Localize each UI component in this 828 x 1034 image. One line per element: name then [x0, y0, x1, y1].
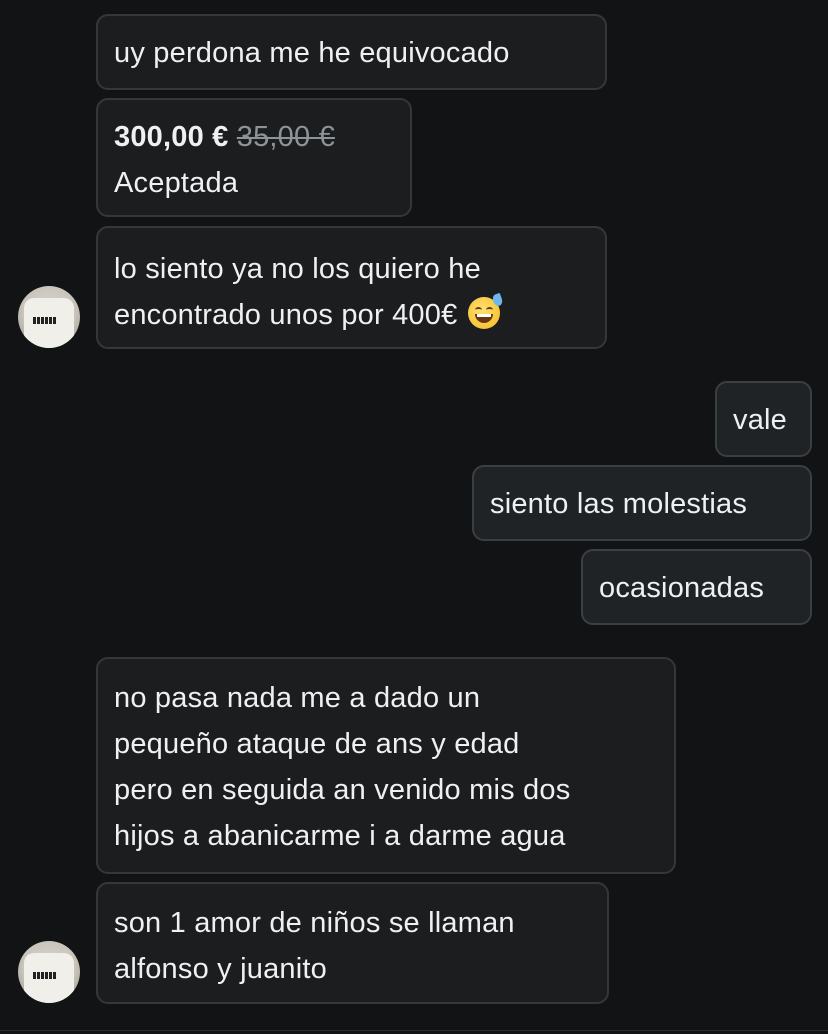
- message-text: ocasionadas: [599, 572, 765, 604]
- message-line: alfonso y juanito: [114, 953, 327, 985]
- message-line: pequeño ataque de ans y edad: [114, 728, 520, 760]
- message-line-text: encontrado unos por 400€: [114, 299, 458, 331]
- message-text: vale: [733, 404, 787, 436]
- sender-avatar[interactable]: [18, 941, 80, 1003]
- message-bubble-received[interactable]: son 1 amor de niños se llaman alfonso y …: [96, 882, 609, 1004]
- message-line: hijos a abanicarme i a darme agua: [114, 820, 566, 852]
- message-text: siento las molestias: [490, 488, 748, 520]
- message-line: son 1 amor de niños se llaman: [114, 907, 515, 939]
- offer-status: Aceptada: [114, 167, 239, 199]
- message-bubble-received[interactable]: no pasa nada me a dado un pequeño ataque…: [96, 657, 676, 874]
- divider: [0, 1030, 828, 1031]
- message-bubble-sent[interactable]: vale: [715, 381, 812, 457]
- message-bubble-sent[interactable]: ocasionadas: [581, 549, 812, 625]
- message-line: lo siento ya no los quiero he: [114, 253, 481, 285]
- shirt-logo-icon: [33, 966, 61, 979]
- message-line: pero en seguida an venido mis dos: [114, 774, 571, 806]
- message-bubble-received[interactable]: lo siento ya no los quiero he encontrado…: [96, 226, 607, 349]
- message-bubble-received[interactable]: uy perdona me he equivocado: [96, 14, 607, 90]
- message-line: encontrado unos por 400€: [114, 292, 589, 338]
- message-bubble-sent[interactable]: siento las molestias: [472, 465, 812, 541]
- shirt-logo-icon: [33, 311, 61, 324]
- offer-price: 300,00 €: [114, 121, 229, 153]
- grinning-face-with-sweat-icon: [467, 292, 504, 329]
- sender-avatar[interactable]: [18, 286, 80, 348]
- message-line: no pasa nada me a dado un: [114, 682, 481, 714]
- offer-card[interactable]: 300,00 € 35,00 € Aceptada: [96, 98, 412, 217]
- message-text: uy perdona me he equivocado: [114, 37, 510, 69]
- original-price: 35,00 €: [236, 121, 335, 153]
